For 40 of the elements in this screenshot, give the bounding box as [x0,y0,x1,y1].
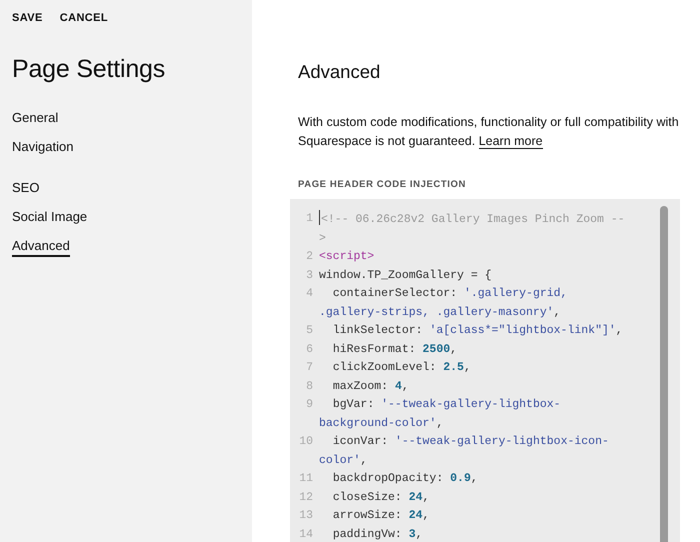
sidebar-item[interactable]: General [12,110,58,129]
code-line: <script> [319,249,376,265]
code-line: closeSize: 24, [332,490,430,506]
line-number: 12 [298,490,314,506]
line-number: 5 [305,323,314,339]
line-number: 13 [298,508,314,524]
line-number: 6 [305,342,314,358]
code-injection-label: PAGE HEADER CODE INJECTION [298,179,467,190]
code-line: hiResFormat: 2500, [332,342,458,358]
page-title: Page Settings [12,55,166,84]
line-number: 11 [298,471,314,487]
learn-more-link[interactable]: Learn more [478,134,543,149]
code-line: clickZoomLevel: 2.5, [332,360,472,376]
sidebar-item[interactable]: Advanced [12,238,70,257]
line-number: 10 [298,434,314,450]
line-number: 4 [305,286,314,302]
sidebar-item[interactable]: Social Image [12,209,88,228]
sidebar-item[interactable]: SEO [12,180,40,199]
save-button[interactable]: SAVE [12,12,43,24]
code-line: linkSelector: 'a[class*="lightbox-link"]', [332,323,624,339]
line-number: 14 [298,526,314,542]
code-line: <!-- 06.26c28v2 Gallery Images Pinch Zoom --> [319,210,631,248]
sidebar-item[interactable]: Navigation [12,139,74,158]
cancel-button[interactable]: CANCEL [60,12,108,24]
line-number: 2 [305,249,314,265]
text-cursor [319,210,320,225]
warning-text: With custom code modifications, functionality or full compatibility with Squarespace is not guaranteed. Learn more [298,114,680,151]
code-editor[interactable] [290,199,680,542]
section-title: Advanced [298,61,382,83]
code-line: arrowSize: 24, [332,508,430,524]
code-line: window.TP_ZoomGallery = { [319,268,493,284]
line-number: 1 [305,211,314,227]
code-line: paddingVw: 3, [332,526,424,542]
line-number: 7 [305,360,314,376]
code-line: backdropOpacity: 0.9, [332,471,479,487]
scrollbar-thumb[interactable] [660,206,668,542]
line-number: 8 [305,378,314,394]
line-number: 9 [305,397,314,413]
line-number: 3 [305,268,314,284]
code-line: maxZoom: 4, [332,378,410,394]
